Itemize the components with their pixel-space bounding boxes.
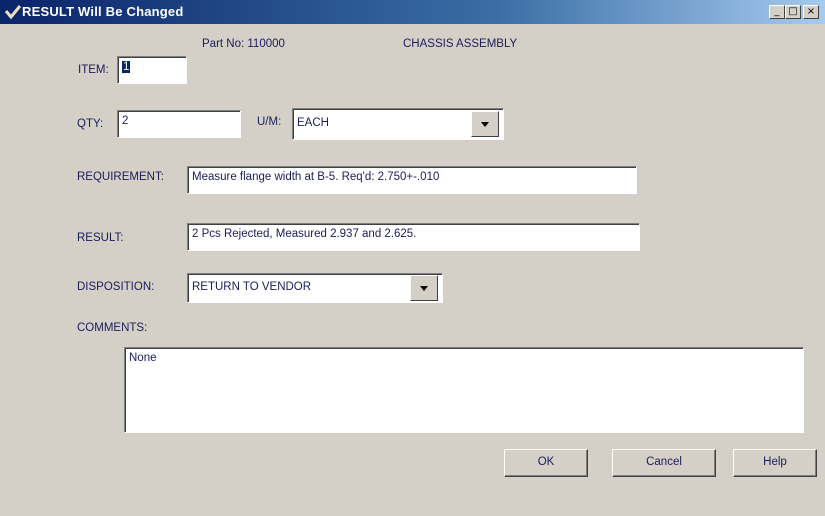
qty-label: QTY: (77, 118, 104, 130)
minimize-icon: _ (774, 6, 780, 17)
comments-label: COMMENTS: (77, 322, 148, 334)
result-field[interactable]: 2 Pcs Rejected, Measured 2.937 and 2.625… (187, 223, 640, 251)
minimize-button[interactable]: _ (769, 5, 785, 19)
item-label: ITEM: (78, 64, 109, 76)
close-icon: × (806, 6, 816, 17)
part-description: CHASSIS ASSEMBLY (403, 38, 518, 50)
close-button[interactable]: × (803, 5, 819, 19)
disposition-dropdown-button[interactable] (410, 275, 438, 301)
maximize-icon: □ (788, 6, 798, 17)
disposition-label: DISPOSITION: (77, 281, 155, 293)
dialog-window: RESULT Will Be Changed _ □ × Part No: 11… (0, 0, 825, 516)
part-number: Part No: 110000 (202, 38, 285, 50)
requirement-value: Measure flange width at B-5. Req'd: 2.75… (192, 171, 440, 183)
disposition-value: RETURN TO VENDOR (192, 281, 312, 293)
requirement-field[interactable]: Measure flange width at B-5. Req'd: 2.75… (187, 166, 637, 194)
comments-textarea[interactable]: None (124, 347, 804, 433)
cancel-button[interactable]: Cancel (612, 449, 716, 477)
ok-button[interactable]: OK (504, 449, 588, 477)
maximize-button[interactable]: □ (785, 5, 801, 19)
qty-field[interactable]: 2 (117, 110, 241, 138)
item-value: 1 (122, 61, 131, 73)
help-button[interactable]: Help (733, 449, 817, 477)
um-label: U/M: (257, 116, 282, 128)
check-icon (4, 5, 22, 20)
title-bar[interactable]: RESULT Will Be Changed _ □ × (0, 0, 825, 24)
qty-value: 2 (122, 115, 129, 127)
requirement-label: REQUIREMENT: (77, 171, 164, 183)
comments-value: None (129, 352, 157, 364)
disposition-select[interactable]: RETURN TO VENDOR (187, 273, 443, 303)
result-label: RESULT: (77, 232, 124, 244)
item-field[interactable]: 1 (117, 56, 187, 84)
um-dropdown-button[interactable] (471, 111, 499, 137)
um-value: EACH (297, 117, 329, 129)
window-title: RESULT Will Be Changed (22, 4, 184, 19)
result-value: 2 Pcs Rejected, Measured 2.937 and 2.625… (192, 228, 417, 240)
